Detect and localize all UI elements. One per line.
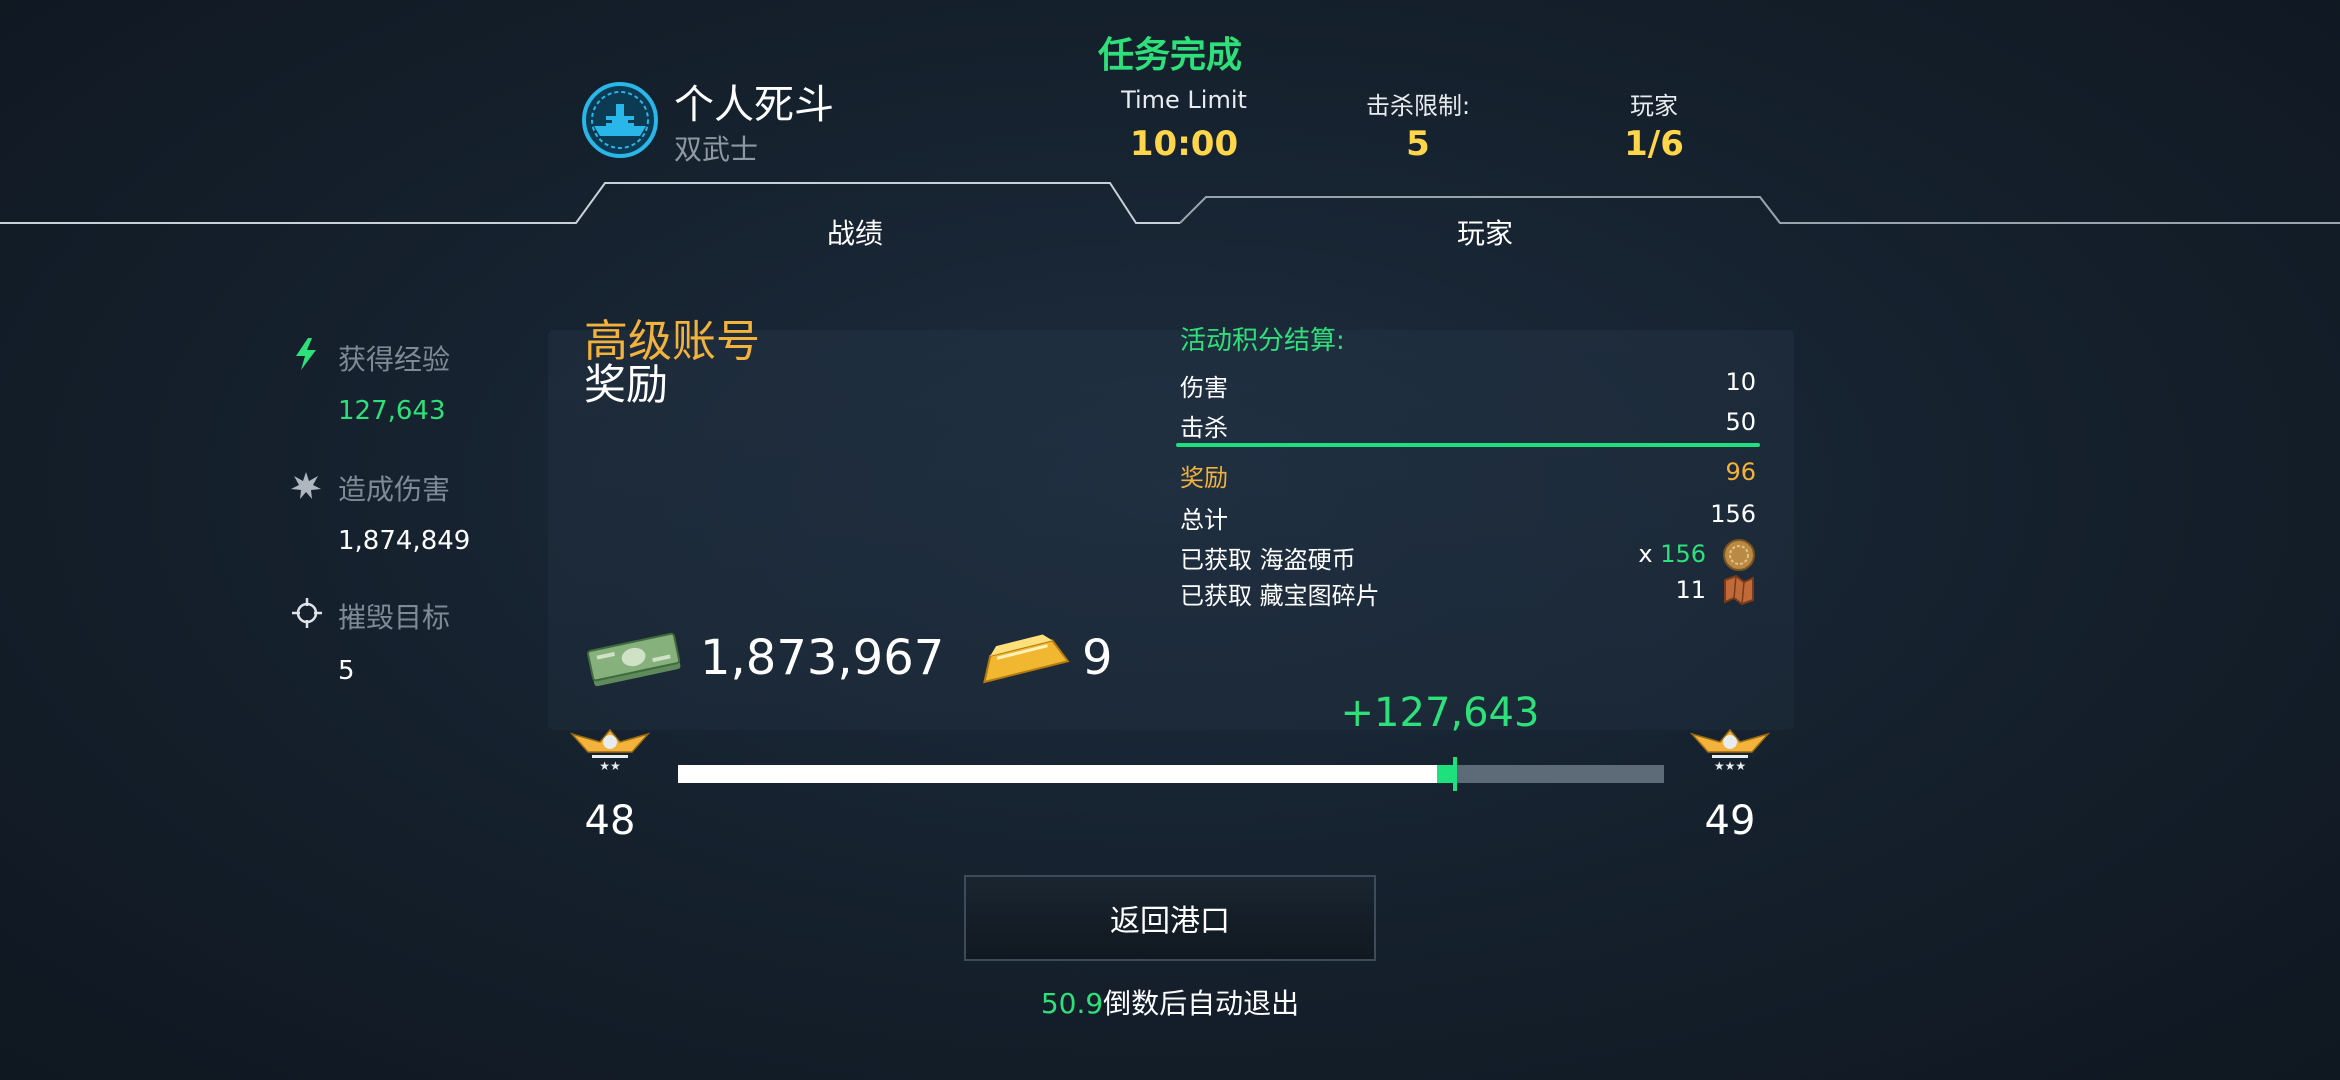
gold-reward-value: 9 [1082, 630, 1113, 686]
treasure-map-icon [1724, 574, 1754, 606]
rank-insignia-two-star-icon: ★★ [570, 728, 650, 772]
premium-account-title: 高级账号 [584, 316, 760, 367]
current-level: 48 [584, 798, 636, 844]
rank-insignia-three-star-icon: ★★★ [1690, 728, 1770, 772]
svg-text:★★: ★★ [599, 759, 621, 772]
xp-gain-label: +127,643 [1340, 690, 1540, 736]
summary-kills-value: 50 [1725, 408, 1756, 436]
targets-destroyed-value: 5 [338, 656, 355, 686]
xp-gained-value: 127,643 [338, 396, 446, 426]
mission-status: 任务完成 [1097, 35, 1242, 76]
return-to-port-button[interactable]: 返回港口 [964, 875, 1376, 961]
obtained-pirate-coin-label: 已获取 海盗硬币 [1180, 546, 1356, 574]
countdown-text: 倒数后自动退出 [1103, 987, 1300, 1020]
next-level: 49 [1704, 798, 1756, 844]
xp-progress-fill [678, 765, 1437, 783]
players-value: 1/6 [1624, 124, 1684, 164]
tab-bar-outline [0, 182, 2340, 224]
kill-limit-label: 击杀限制: [1365, 92, 1471, 120]
gold-bar-icon [983, 634, 1070, 684]
premium-reward-subtitle: 奖励 [584, 360, 669, 409]
time-limit-label: Time Limit [1121, 86, 1247, 114]
mode-subtitle: 双武士 [674, 133, 759, 166]
crosshair-icon [292, 598, 322, 628]
summary-separator [1176, 443, 1760, 447]
players-label: 玩家 [1630, 92, 1678, 120]
damage-dealt-label: 造成伤害 [338, 473, 451, 506]
explosion-icon [291, 472, 321, 499]
count-prefix: x [1638, 540, 1653, 568]
cash-reward-value: 1,873,967 [700, 630, 945, 686]
summary-bonus-value: 96 [1725, 458, 1756, 486]
tab-players[interactable]: 玩家 [1370, 212, 1600, 252]
auto-exit-countdown: 50.9倒数后自动退出 [960, 982, 1380, 1022]
tab-battle-record[interactable]: 战绩 [740, 212, 970, 252]
countdown-seconds: 50.9 [1040, 987, 1104, 1020]
cash-icon [586, 632, 681, 687]
targets-destroyed-label: 摧毁目标 [338, 601, 451, 634]
summary-damage-value: 10 [1725, 368, 1756, 396]
summary-bonus-label: 奖励 [1180, 464, 1228, 492]
xp-progress-marker [1453, 757, 1457, 791]
mode-name: 个人死斗 [674, 82, 834, 128]
xp-gained-label: 获得经验 [338, 343, 451, 376]
pirate-coin-icon [1723, 539, 1755, 571]
time-limit-value: 10:00 [1129, 124, 1239, 164]
summary-damage-label: 伤害 [1180, 374, 1228, 402]
pirate-coin-value: 156 [1660, 540, 1706, 568]
summary-total-label: 总计 [1180, 506, 1228, 534]
obtained-pirate-coin-count: x 156 [1638, 540, 1706, 568]
kill-limit-value: 5 [1406, 124, 1430, 164]
battleship-emblem-icon [582, 82, 658, 158]
obtained-treasure-map-label: 已获取 藏宝图碎片 [1180, 582, 1380, 610]
treasure-map-value: 11 [1675, 576, 1706, 604]
event-points-title: 活动积分结算: [1180, 326, 1345, 356]
summary-kills-label: 击杀 [1180, 414, 1228, 442]
damage-dealt-value: 1,874,849 [338, 526, 471, 556]
lightning-icon [296, 338, 316, 370]
summary-total-value: 156 [1710, 500, 1756, 528]
svg-text:★★★: ★★★ [1714, 759, 1746, 772]
